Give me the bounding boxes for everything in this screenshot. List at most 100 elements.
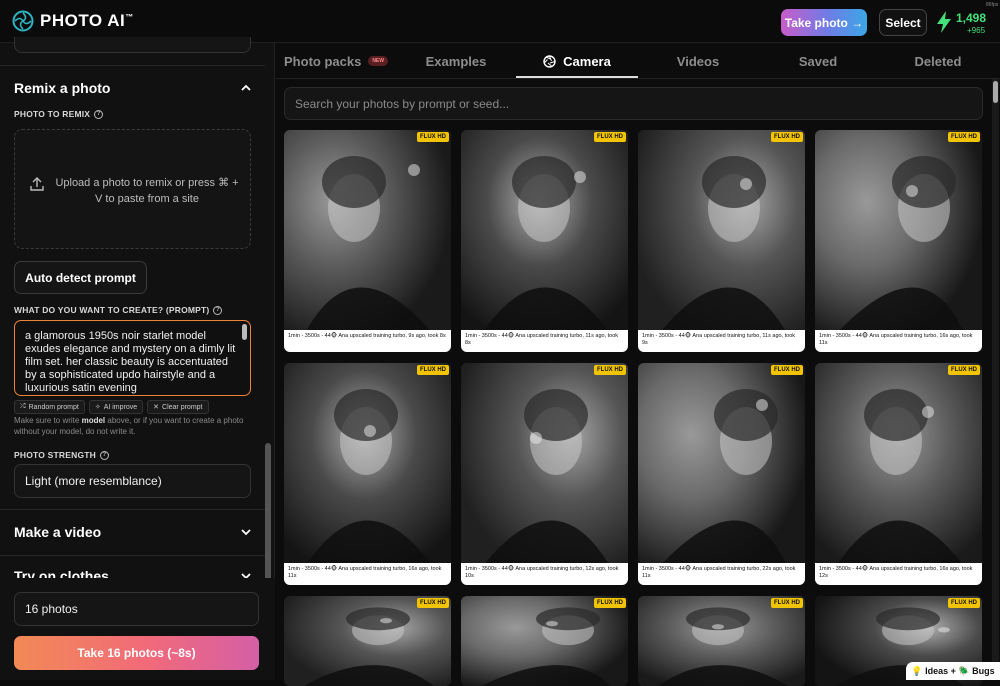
- flux-hd-badge: FLUX HD: [948, 132, 980, 142]
- photo-card[interactable]: FLUX HD: [284, 596, 451, 686]
- portrait-image: [284, 363, 451, 568]
- tab-camera[interactable]: Camera: [516, 43, 638, 79]
- photo-card[interactable]: FLUX HD: [638, 596, 805, 686]
- search-input[interactable]: Search your photos by prompt or seed...: [284, 87, 983, 120]
- prompt-chips: ⤮ Random prompt ✧ AI improve ✕ Clear prompt: [14, 400, 209, 414]
- photo-caption: 1min - 3500s - 44🐵 Ana upscaled training…: [461, 563, 628, 585]
- photo-card[interactable]: FLUX HD 1min - 3500s - 44🐵 Ana upscaled t…: [638, 363, 805, 585]
- tab-examples[interactable]: Examples: [396, 43, 516, 79]
- auto-detect-prompt-button[interactable]: Auto detect prompt: [14, 261, 147, 294]
- take-photos-button[interactable]: Take 16 photos (~8s): [14, 636, 259, 670]
- credits-counter[interactable]: 1,498 +965: [935, 8, 995, 38]
- logo-text: PHOTO AI™: [40, 11, 134, 30]
- take-photo-button[interactable]: Take photo →: [781, 9, 867, 36]
- credit-count: 1,498: [956, 11, 987, 25]
- select-button[interactable]: Select: [879, 9, 927, 36]
- flux-hd-badge: FLUX HD: [417, 132, 449, 142]
- sparkle-icon: ✧: [94, 404, 101, 411]
- chevron-up-icon[interactable]: [240, 82, 252, 94]
- info-icon[interactable]: ?: [99, 450, 109, 460]
- flux-hd-badge: FLUX HD: [771, 598, 803, 608]
- photo-caption: 1min - 3500s - 44🐵 Ana upscaled training…: [815, 563, 982, 585]
- make-video-section-title[interactable]: Make a video: [14, 524, 101, 540]
- upload-text: Upload a photo to remix or press ⌘ + V t…: [55, 177, 239, 205]
- portrait-image: [815, 130, 982, 335]
- random-prompt-chip[interactable]: ⤮ Random prompt: [14, 400, 85, 414]
- divider: [0, 555, 265, 556]
- portrait-image: [638, 363, 805, 568]
- aperture-icon: [543, 54, 556, 68]
- photo-caption: 1min - 3500s - 44🐵 Ana upscaled training…: [284, 563, 451, 585]
- tab-bar: Photo packs NEW Examples Camera Videos S…: [276, 43, 1000, 79]
- photo-to-remix-label: PHOTO TO REMIX ?: [14, 109, 104, 119]
- flux-hd-badge: FLUX HD: [771, 132, 803, 142]
- active-tab-indicator: [516, 76, 638, 78]
- sidebar: Remix a photo PHOTO TO REMIX ? Upload a …: [0, 37, 275, 680]
- photo-card[interactable]: FLUX HD 1min - 3500s - 44🐵 Ana upscaled t…: [461, 130, 628, 352]
- photo-strength-select[interactable]: Light (more resemblance): [14, 464, 251, 498]
- lightning-icon: [937, 11, 951, 33]
- upload-dropzone[interactable]: Upload a photo to remix or press ⌘ + V t…: [14, 129, 251, 249]
- main-scrollbar[interactable]: [992, 79, 999, 680]
- logo-icon: [12, 10, 34, 32]
- photo-caption: 1min - 3500s - 44🐵 Ana upscaled training…: [638, 330, 805, 352]
- chevron-down-icon[interactable]: [240, 526, 252, 538]
- photo-card[interactable]: FLUX HD 1min - 3500s - 44🐵 Ana upscaled t…: [461, 363, 628, 585]
- photo-card[interactable]: FLUX HD 1min - 3500s - 44🐵 Ana upscaled t…: [815, 130, 982, 352]
- ai-improve-chip[interactable]: ✧ AI improve: [88, 400, 144, 414]
- tab-videos[interactable]: Videos: [638, 43, 758, 79]
- photo-card[interactable]: FLUX HD: [461, 596, 628, 686]
- flux-hd-badge: FLUX HD: [594, 132, 626, 142]
- portrait-image: [815, 363, 982, 568]
- shuffle-icon: ⤮: [20, 403, 26, 410]
- flux-hd-badge: FLUX HD: [417, 598, 449, 608]
- photo-caption: 1min - 3500s - 44🐵 Ana upscaled training…: [461, 330, 628, 352]
- photo-card[interactable]: FLUX HD 1min - 3500s - 44🐵 Ana upscaled t…: [638, 130, 805, 352]
- photo-count-select[interactable]: 16 photos: [14, 592, 259, 626]
- main-area: Photo packs NEW Examples Camera Videos S…: [276, 43, 1000, 686]
- flux-hd-badge: FLUX HD: [948, 365, 980, 375]
- tab-saved[interactable]: Saved: [758, 43, 878, 79]
- photo-card[interactable]: FLUX HD 1min - 3500s - 44🐵 Ana upscaled t…: [815, 363, 982, 585]
- flux-hd-badge: FLUX HD: [771, 365, 803, 375]
- portrait-image: [284, 596, 451, 686]
- info-icon[interactable]: ?: [213, 305, 223, 315]
- scrollbar-thumb[interactable]: [993, 81, 998, 103]
- photo-caption: 1min - 3500s - 44🐵 Ana upscaled training…: [284, 330, 451, 352]
- clear-prompt-chip[interactable]: ✕ Clear prompt: [147, 400, 209, 414]
- upload-icon: [30, 177, 44, 191]
- flux-hd-badge: FLUX HD: [417, 365, 449, 375]
- info-icon[interactable]: ?: [94, 109, 104, 119]
- tab-photo-packs[interactable]: Photo packs NEW: [276, 43, 396, 79]
- portrait-image: [461, 363, 628, 568]
- photo-strength-label: PHOTO STRENGTH ?: [14, 450, 109, 460]
- photo-card[interactable]: FLUX HD 1min - 3500s - 44🐵 Ana upscaled t…: [284, 363, 451, 585]
- portrait-image: [461, 130, 628, 335]
- prompt-textarea[interactable]: a glamorous 1950s noir starlet model exu…: [14, 320, 251, 396]
- close-icon: ✕: [153, 404, 160, 411]
- photo-caption: 1min - 3500s - 44🐵 Ana upscaled training…: [815, 330, 982, 352]
- tab-deleted[interactable]: Deleted: [878, 43, 998, 79]
- divider: [0, 509, 265, 510]
- prompt-label: WHAT DO YOU WANT TO CREATE? (PROMPT) ?: [14, 305, 223, 315]
- ideas-bugs-button[interactable]: 💡 Ideas + 🪲 Bugs: [906, 662, 1000, 680]
- portrait-image: [284, 130, 451, 335]
- portrait-image: [461, 596, 628, 686]
- fps-readout: 86fps: [986, 2, 999, 8]
- prompt-hint: Make sure to write model above, or if yo…: [14, 416, 244, 436]
- photo-caption: 1min - 3500s - 44🐵 Ana upscaled training…: [638, 563, 805, 585]
- credit-delta: +965: [967, 26, 986, 35]
- logo[interactable]: PHOTO AI™: [12, 10, 134, 32]
- new-badge: NEW: [368, 56, 388, 66]
- divider: [0, 65, 265, 66]
- photo-card[interactable]: FLUX HD 1min - 3500s - 44🐵 Ana upscaled t…: [284, 130, 451, 352]
- flux-hd-badge: FLUX HD: [594, 365, 626, 375]
- remix-section-title[interactable]: Remix a photo: [14, 80, 110, 96]
- prompt-text: a glamorous 1950s noir starlet model exu…: [25, 330, 236, 394]
- flux-hd-badge: FLUX HD: [594, 598, 626, 608]
- portrait-image: [638, 596, 805, 686]
- prompt-scrollbar[interactable]: [242, 324, 247, 340]
- flux-hd-badge: FLUX HD: [948, 598, 980, 608]
- previous-field: [14, 37, 251, 53]
- sidebar-footer: 16 photos Take 16 photos (~8s): [0, 578, 275, 680]
